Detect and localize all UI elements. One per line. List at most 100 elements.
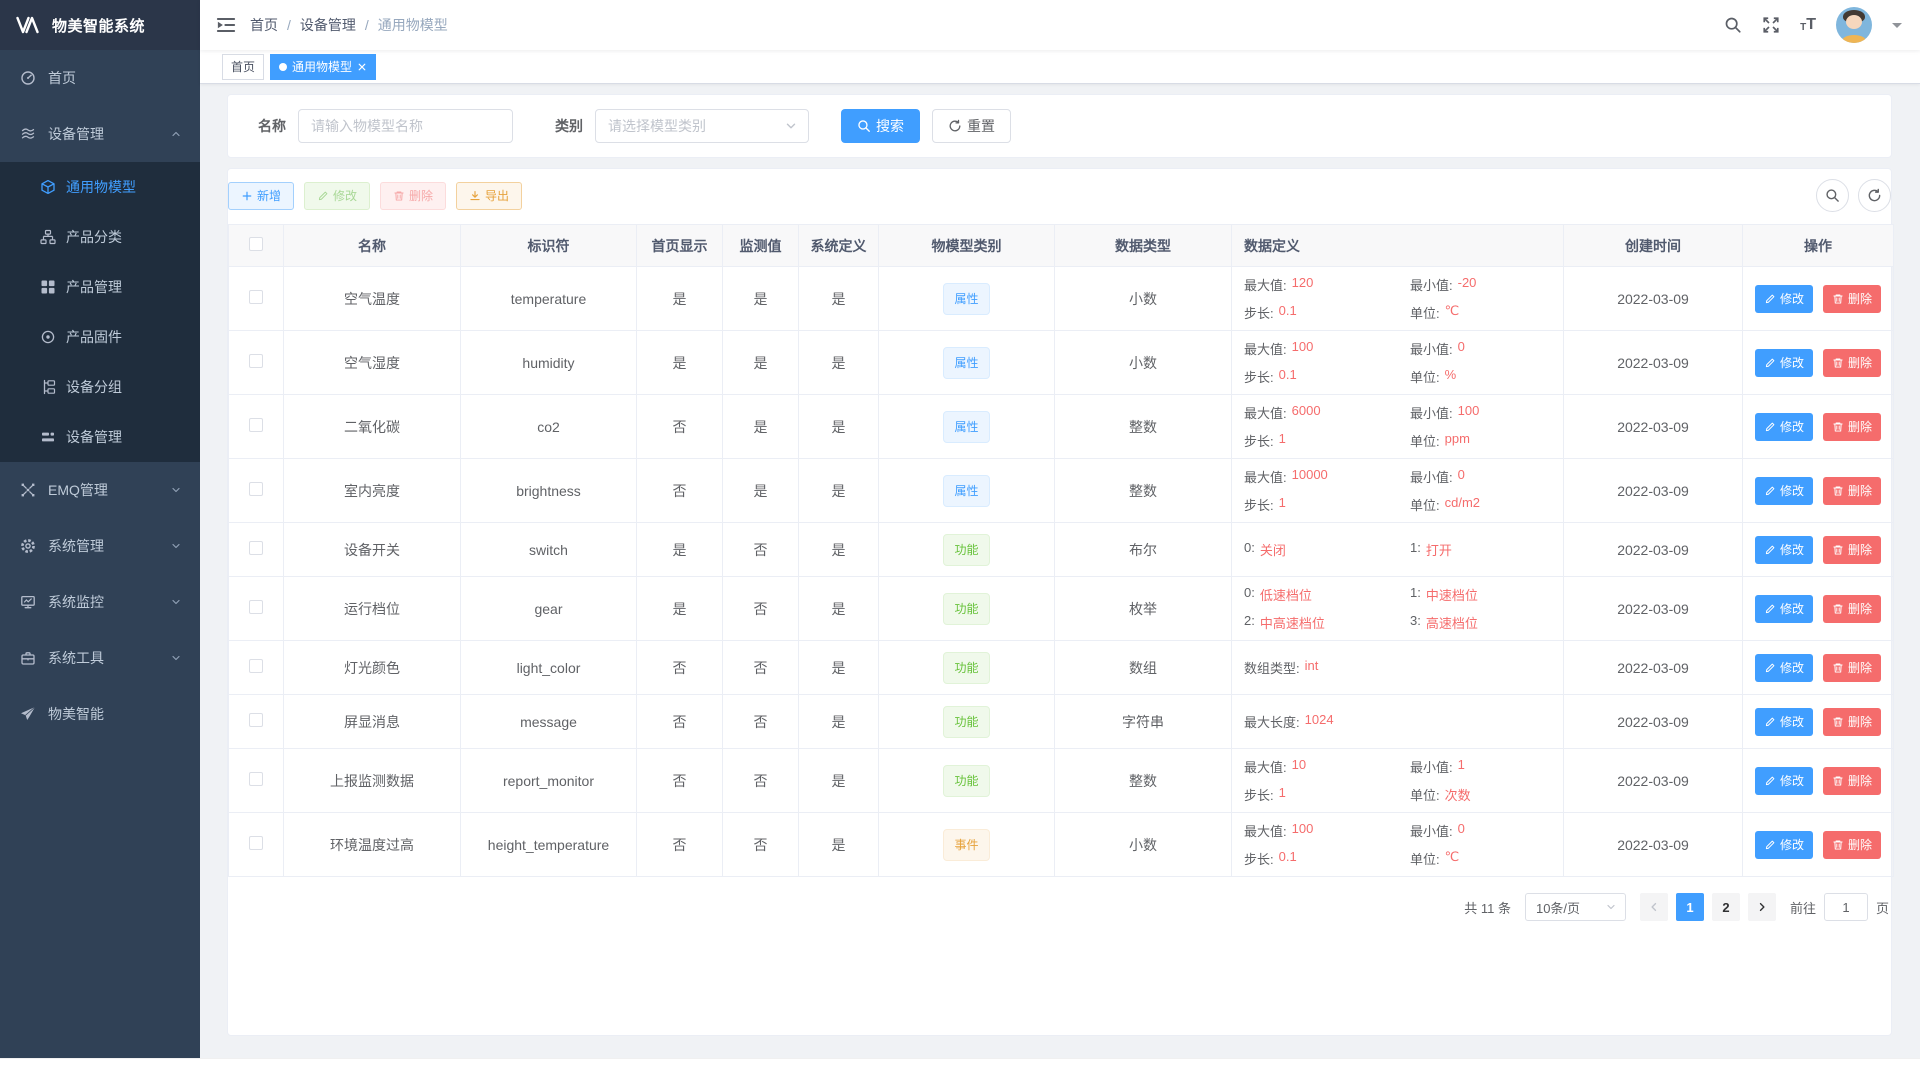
cell-home-display: 是 bbox=[637, 577, 723, 641]
page-button-2[interactable]: 2 bbox=[1712, 893, 1740, 921]
tags-view-bar: 首页 通用物模型 bbox=[200, 50, 1920, 84]
avatar[interactable] bbox=[1836, 7, 1872, 43]
breadcrumb-device-management[interactable]: 设备管理 bbox=[300, 15, 356, 35]
sidebar-fold-icon[interactable] bbox=[216, 15, 236, 35]
horizontal-scrollbar-track[interactable] bbox=[0, 1058, 1920, 1080]
delete-button[interactable]: 删除 bbox=[1823, 767, 1881, 795]
model-name-input[interactable] bbox=[298, 109, 513, 143]
reset-button[interactable]: 重置 bbox=[932, 109, 1011, 143]
close-icon[interactable] bbox=[357, 62, 367, 72]
row-checkbox[interactable] bbox=[249, 541, 263, 555]
cell-system-defined: 是 bbox=[799, 523, 879, 577]
delete-button[interactable]: 删除 bbox=[380, 182, 446, 210]
delete-button[interactable]: 删除 bbox=[1823, 654, 1881, 682]
cell-system-defined: 是 bbox=[799, 459, 879, 523]
refresh-button[interactable] bbox=[1858, 179, 1891, 212]
prev-page-button[interactable] bbox=[1640, 893, 1668, 921]
delete-button[interactable]: 删除 bbox=[1823, 536, 1881, 564]
category-badge: 属性 bbox=[943, 411, 989, 443]
table-header-row: 名称 标识符 首页显示 监测值 系统定义 物模型类别 数据类型 数据定义 创建时… bbox=[229, 225, 1894, 267]
edit-button[interactable]: 修改 bbox=[1755, 349, 1813, 377]
export-button[interactable]: 导出 bbox=[456, 182, 522, 210]
edit-button[interactable]: 修改 bbox=[1755, 285, 1813, 313]
tag-home[interactable]: 首页 bbox=[222, 54, 264, 80]
sidebar-item-device-list[interactable]: 设备管理 bbox=[0, 412, 200, 462]
select-all-checkbox[interactable] bbox=[249, 237, 263, 251]
cell-data-type: 布尔 bbox=[1055, 523, 1232, 577]
toggle-search-button[interactable] bbox=[1816, 179, 1849, 212]
category-badge: 功能 bbox=[943, 706, 989, 738]
table-card: 新增 修改 删除 导出 bbox=[227, 168, 1892, 1036]
logo-icon bbox=[16, 16, 42, 34]
tag-thing-model[interactable]: 通用物模型 bbox=[270, 54, 376, 80]
sidebar-item-system-tools[interactable]: 系统工具 bbox=[0, 630, 200, 686]
breadcrumb-current: 通用物模型 bbox=[378, 15, 448, 35]
cell-monitor: 否 bbox=[723, 523, 799, 577]
sidebar-item-wumei-smart[interactable]: 物美智能 bbox=[0, 686, 200, 742]
sidebar-item-device-management[interactable]: 设备管理 bbox=[0, 106, 200, 162]
add-button[interactable]: 新增 bbox=[228, 182, 294, 210]
row-checkbox[interactable] bbox=[249, 772, 263, 786]
column-header: 创建时间 bbox=[1564, 225, 1743, 267]
sidebar-item-device-group[interactable]: 设备分组 bbox=[0, 362, 200, 412]
sidebar-item-product-category[interactable]: 产品分类 bbox=[0, 212, 200, 262]
page-button-1[interactable]: 1 bbox=[1676, 893, 1704, 921]
sidebar-item-system-management[interactable]: 系统管理 bbox=[0, 518, 200, 574]
edit-icon bbox=[1764, 716, 1776, 728]
row-checkbox[interactable] bbox=[249, 836, 263, 850]
cell-name: 空气湿度 bbox=[284, 331, 461, 395]
sidebar-item-emq-management[interactable]: EMQ管理 bbox=[0, 462, 200, 518]
delete-button[interactable]: 删除 bbox=[1823, 708, 1881, 736]
table-row: 上报监测数据 report_monitor 否 否 是 功能 整数 最大值:10… bbox=[229, 749, 1894, 813]
main-area: 首页 / 设备管理 / 通用物模型 TT 首页 bbox=[200, 0, 1920, 1058]
row-checkbox[interactable] bbox=[249, 354, 263, 368]
fullscreen-icon[interactable] bbox=[1762, 16, 1780, 34]
table-row: 屏显消息 message 否 否 是 功能 字符串 最大长度:1024 2022… bbox=[229, 695, 1894, 749]
cell-identifier: gear bbox=[461, 577, 637, 641]
chevron-down-icon bbox=[170, 652, 182, 664]
row-checkbox[interactable] bbox=[249, 290, 263, 304]
row-checkbox[interactable] bbox=[249, 713, 263, 727]
sidebar-item-thing-model[interactable]: 通用物模型 bbox=[0, 162, 200, 212]
next-page-button[interactable] bbox=[1748, 893, 1776, 921]
page-size-select[interactable]: 10条/页 bbox=[1525, 893, 1626, 921]
cell-name: 室内亮度 bbox=[284, 459, 461, 523]
edit-button[interactable]: 修改 bbox=[1755, 767, 1813, 795]
edit-button[interactable]: 修改 bbox=[1755, 708, 1813, 736]
search-icon[interactable] bbox=[1724, 16, 1742, 34]
cell-created-time: 2022-03-09 bbox=[1564, 523, 1743, 577]
delete-button[interactable]: 删除 bbox=[1823, 285, 1881, 313]
delete-button[interactable]: 删除 bbox=[1823, 477, 1881, 505]
delete-button[interactable]: 删除 bbox=[1823, 413, 1881, 441]
sidebar-item-system-monitor[interactable]: 系统监控 bbox=[0, 574, 200, 630]
goto-page-input[interactable] bbox=[1824, 893, 1868, 921]
cell-home-display: 否 bbox=[637, 749, 723, 813]
edit-button[interactable]: 修改 bbox=[1755, 595, 1813, 623]
monitor-icon bbox=[20, 594, 36, 610]
sidebar-item-home[interactable]: 首页 bbox=[0, 50, 200, 106]
delete-button[interactable]: 删除 bbox=[1823, 349, 1881, 377]
edit-button[interactable]: 修改 bbox=[1755, 831, 1813, 859]
sidebar-item-product-firmware[interactable]: 产品固件 bbox=[0, 312, 200, 362]
delete-button[interactable]: 删除 bbox=[1823, 831, 1881, 859]
search-button[interactable]: 搜索 bbox=[841, 109, 920, 143]
edit-button[interactable]: 修改 bbox=[1755, 477, 1813, 505]
font-size-icon[interactable]: TT bbox=[1800, 17, 1816, 33]
row-checkbox[interactable] bbox=[249, 418, 263, 432]
caret-down-icon[interactable] bbox=[1892, 23, 1902, 33]
breadcrumb: 首页 / 设备管理 / 通用物模型 bbox=[250, 15, 448, 35]
row-checkbox[interactable] bbox=[249, 482, 263, 496]
sidebar: 物美智能系统 首页 设备管理 通用物模型 产品分类 bbox=[0, 0, 200, 1058]
goto-unit: 页 bbox=[1876, 898, 1889, 917]
row-checkbox[interactable] bbox=[249, 600, 263, 614]
delete-button[interactable]: 删除 bbox=[1823, 595, 1881, 623]
edit-button[interactable]: 修改 bbox=[304, 182, 370, 210]
category-select[interactable]: 请选择模型类别 bbox=[595, 109, 809, 143]
edit-button[interactable]: 修改 bbox=[1755, 413, 1813, 441]
edit-button[interactable]: 修改 bbox=[1755, 654, 1813, 682]
sidebar-item-product-management[interactable]: 产品管理 bbox=[0, 262, 200, 312]
grid-icon bbox=[40, 279, 56, 295]
edit-button[interactable]: 修改 bbox=[1755, 536, 1813, 564]
breadcrumb-home[interactable]: 首页 bbox=[250, 15, 278, 35]
row-checkbox[interactable] bbox=[249, 659, 263, 673]
